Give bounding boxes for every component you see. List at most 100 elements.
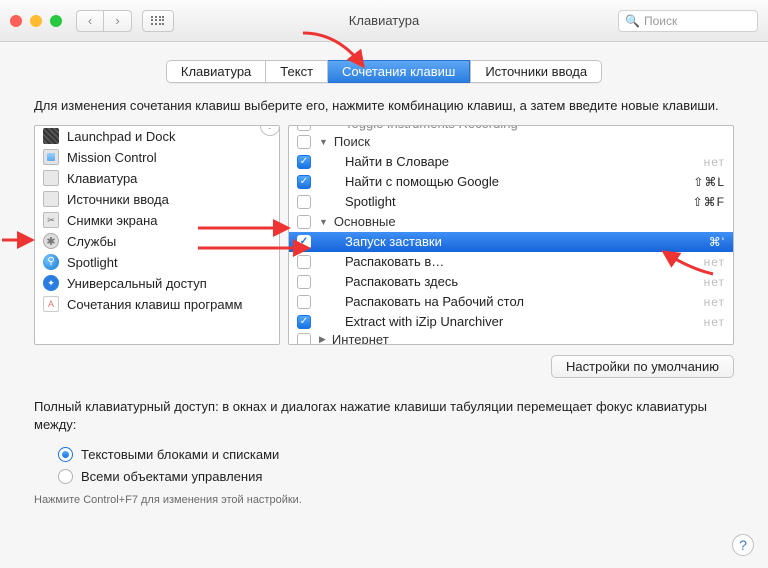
svc-icon [43,233,59,249]
service-item[interactable]: Spotlight ⇧⌘F [289,192,733,212]
service-item[interactable]: Найти в Словаренет [289,152,733,172]
lp-icon [43,128,59,144]
service-item[interactable]: Распаковать здесь нет [289,272,733,292]
shortcut-label: ⌘' [709,235,725,249]
category-svc[interactable]: Службы [35,231,279,252]
checkbox[interactable] [297,155,311,169]
service-item-label: Запуск заставки [345,234,703,249]
radio-label: Текстовыми блоками и списками [81,447,279,462]
tab-0[interactable]: Клавиатура [166,60,266,83]
shortcut-label: нет [704,255,725,269]
search-input[interactable]: 🔍 Поиск [618,10,758,32]
category-label: Сочетания клавиш программ [67,297,242,312]
checkbox[interactable] [297,333,311,344]
checkbox[interactable] [297,195,311,209]
radio-all-controls[interactable]: Всеми объектами управления [58,466,768,488]
checkbox[interactable] [297,235,311,249]
shortcut-label: нет [704,155,725,169]
shortcut-label: нет [704,315,725,329]
checkbox[interactable] [297,275,311,289]
minimize-icon[interactable] [30,15,42,27]
category-label: Spotlight [67,255,118,270]
service-item[interactable]: Extract with iZip Unarchiver нет [289,312,733,332]
category-label: Снимки экрана [67,213,158,228]
category-spot[interactable]: Spotlight [35,252,279,273]
scr-icon [43,212,59,228]
service-item-label: Spotlight [345,194,687,209]
category-mc[interactable]: Mission Control [35,147,279,168]
category-lp[interactable]: Launchpad и Dock [35,126,279,147]
tab-1[interactable]: Текст [266,60,328,83]
radio-label: Всеми объектами управления [81,469,262,484]
shortcut-label: ⇧⌘F [693,195,725,209]
service-item-label: Extract with iZip Unarchiver [345,314,698,329]
category-label: Службы [67,234,116,249]
close-icon[interactable] [10,15,22,27]
service-item-label: Распаковать здесь [345,274,698,289]
category-label: Клавиатура [67,171,137,186]
category-label: Mission Control [67,150,157,165]
tab-bar: КлавиатураТекстСочетания клавишИсточники… [0,60,768,83]
category-label: Универсальный доступ [67,276,207,291]
preferences-window: ‹ › Клавиатура 🔍 Поиск КлавиатураТекстСо… [0,0,768,568]
service-item[interactable]: Найти с помощью Google ⇧⌘L [289,172,733,192]
forward-button[interactable]: › [104,10,132,32]
checkbox[interactable] [297,215,311,229]
category-label: Launchpad и Dock [67,129,175,144]
service-item[interactable]: Распаковать на Рабочий стол нет [289,292,733,312]
group-label: Интернет [332,332,389,344]
checkbox[interactable] [297,135,311,149]
service-group[interactable]: ▼ Поиск [289,132,733,152]
disclosure-triangle-icon[interactable]: ▼ [319,137,328,147]
nav-buttons: ‹ › [76,10,132,32]
category-acc[interactable]: Универсальный доступ [35,273,279,294]
service-item-label: Найти с помощью Google [345,174,687,189]
service-item-label: Распаковать в… [345,254,698,269]
checkbox[interactable] [297,175,311,189]
titlebar: ‹ › Клавиатура 🔍 Поиск [0,0,768,42]
category-list[interactable]: Launchpad и Dock Mission Control Клавиатур… [34,125,280,345]
app-icon [43,296,59,312]
group-label: Поиск [334,134,370,149]
back-button[interactable]: ‹ [76,10,104,32]
service-item-label: Распаковать на Рабочий стол [345,294,698,309]
checkbox[interactable] [297,295,311,309]
shortcut-label: нет [704,275,725,289]
category-app[interactable]: Сочетания клавиш программ [35,294,279,315]
spot-icon [43,254,59,270]
checkbox[interactable] [297,255,311,269]
category-inp[interactable]: Источники ввода [35,189,279,210]
inp-icon [43,191,59,207]
service-group[interactable]: ▼ Основные [289,212,733,232]
checkbox[interactable] [297,315,311,329]
shortcut-label: ⇧⌘L [693,175,725,189]
tab-3[interactable]: Источники ввода [470,60,602,83]
tab-2[interactable]: Сочетания клавиш [328,60,470,83]
window-controls [10,15,62,27]
radio-text-and-lists[interactable]: Текстовыми блоками и списками [58,444,768,466]
show-all-button[interactable] [142,10,174,32]
acc-icon [43,275,59,291]
mc-icon [43,149,59,165]
keyboard-access-radios: Текстовыми блоками и списками Всеми объе… [0,440,768,488]
category-kb[interactable]: Клавиатура [35,168,279,189]
restore-defaults-button[interactable]: Настройки по умолчанию [551,355,734,378]
service-item[interactable]: Запуск заставки ⌘' [289,232,733,252]
group-label: Основные [334,214,396,229]
shortcut-label: нет [704,295,725,309]
full-keyboard-access-text: Полный клавиатурный доступ: в окнах и ди… [0,378,768,440]
zoom-icon[interactable] [50,15,62,27]
search-placeholder: Поиск [644,14,677,28]
checkbox[interactable] [297,126,311,131]
disclosure-triangle-icon[interactable]: ▶ [319,334,326,344]
panes: Launchpad и Dock Mission Control Клавиатур… [0,125,768,345]
shortcut-list[interactable]: Toggle Instruments Recording▼ПоискНайти … [288,125,734,345]
category-scr[interactable]: Снимки экрана [35,210,279,231]
radio-icon [58,447,73,462]
instructions-text: Для изменения сочетания клавиш выберите … [0,83,768,125]
kb-icon [43,170,59,186]
help-button[interactable]: ? [732,534,754,556]
disclosure-triangle-icon[interactable]: ▼ [319,217,328,227]
service-item[interactable]: Распаковать в… нет [289,252,733,272]
service-group[interactable]: ▶ Интернет [289,332,733,344]
